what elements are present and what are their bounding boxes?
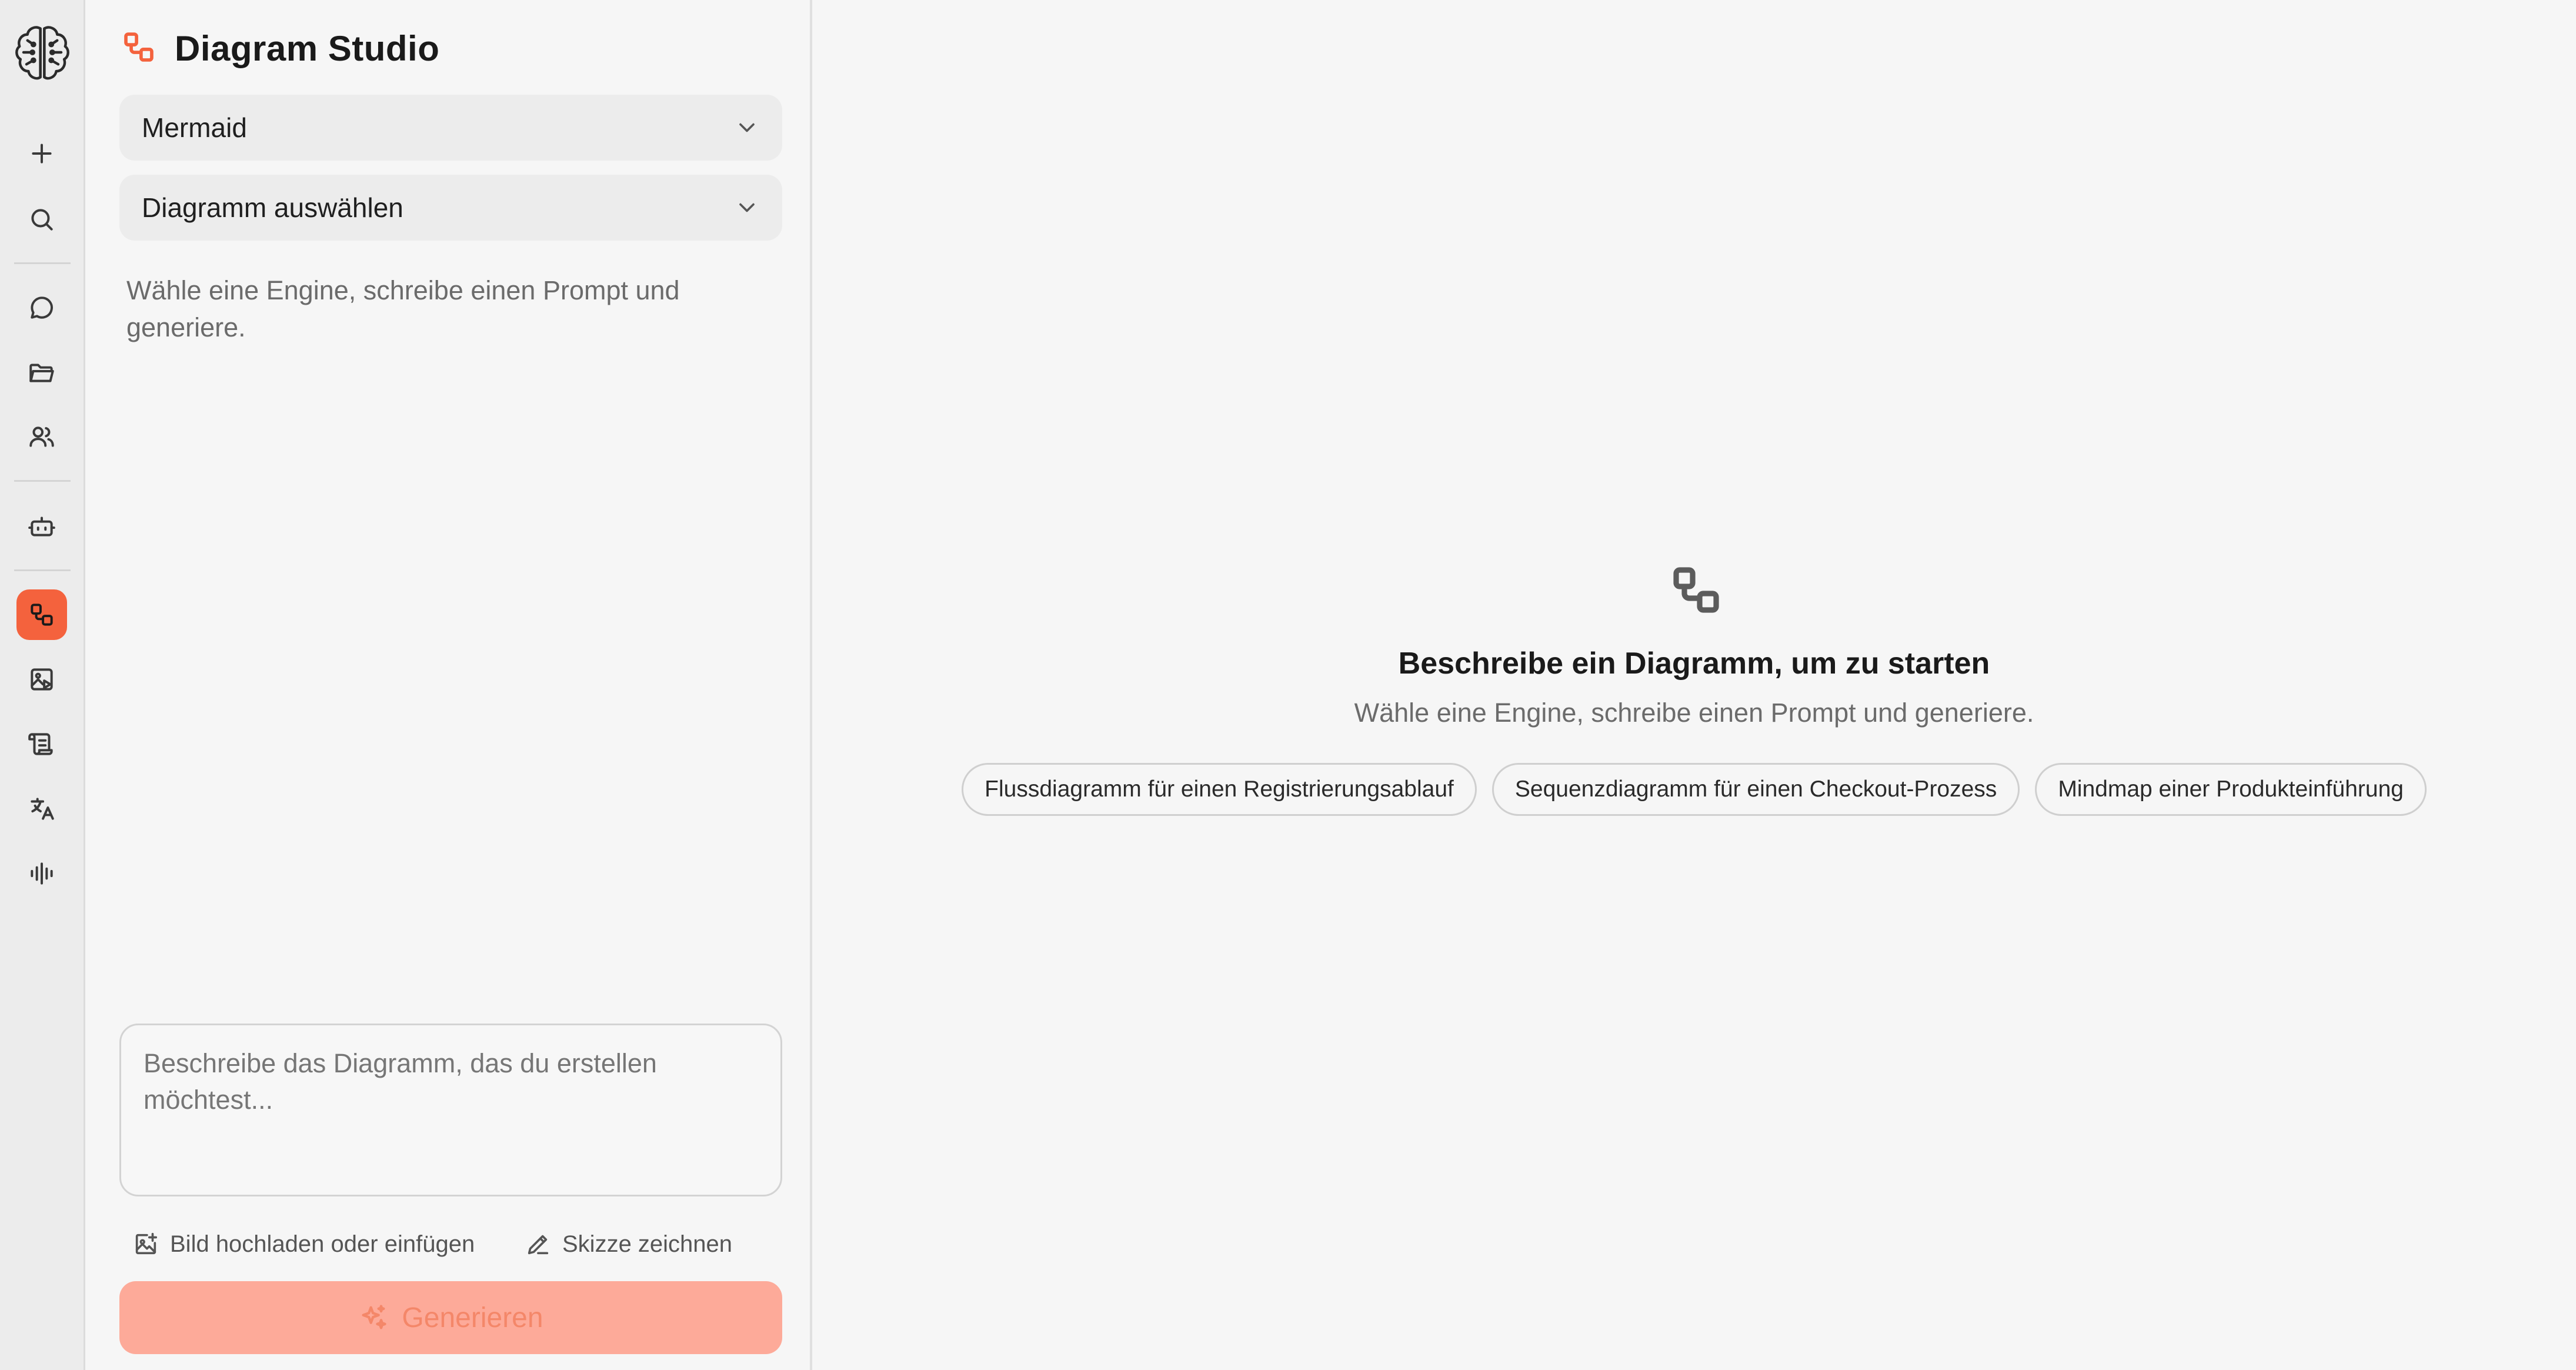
- folders-button[interactable]: [16, 347, 67, 398]
- page-title: Diagram Studio: [175, 28, 440, 68]
- upload-image-button[interactable]: Bild hochladen oder einfügen: [132, 1226, 475, 1262]
- upload-image-label: Bild hochladen oder einfügen: [170, 1231, 475, 1257]
- navigation-rail: [0, 0, 85, 1370]
- diagram-studio-button[interactable]: [16, 589, 67, 640]
- audio-button[interactable]: [16, 848, 67, 899]
- diagram-type-select-value: Diagramm auswählen: [142, 192, 403, 223]
- engine-select[interactable]: Mermaid: [119, 95, 782, 161]
- prompt-input[interactable]: [121, 1025, 780, 1195]
- folder-icon: [29, 364, 54, 382]
- sparkles-icon: [362, 1305, 387, 1329]
- search-icon: [31, 209, 53, 231]
- rail-divider: [14, 262, 71, 264]
- diagram-type-select[interactable]: Diagramm auswählen: [119, 175, 782, 241]
- chat-icon: [31, 296, 53, 319]
- new-item-button[interactable]: [16, 128, 67, 179]
- panel-header: Diagram Studio: [121, 25, 439, 72]
- plus-icon: [32, 144, 52, 164]
- translate-button[interactable]: [16, 784, 67, 834]
- users-icon: [29, 426, 54, 447]
- diagram-settings-panel: Diagram Studio Mermaid Diagramm auswähle…: [85, 0, 812, 1370]
- diagram-icon: [1668, 562, 1724, 618]
- suggestion-list: Flussdiagramm für einen Registrierungsab…: [812, 763, 2576, 816]
- rail-divider: [14, 480, 71, 482]
- audio-wave-icon: [31, 862, 53, 885]
- users-button[interactable]: [16, 412, 67, 462]
- diagram-icon: [121, 29, 157, 68]
- engine-select-value: Mermaid: [142, 112, 247, 143]
- generate-button[interactable]: Generieren: [119, 1281, 782, 1354]
- suggestion-chip[interactable]: Sequenzdiagramm für einen Checkout-Proze…: [1491, 763, 2020, 816]
- sketch-button[interactable]: Skizze zeichnen: [525, 1226, 732, 1262]
- prompt-field[interactable]: [119, 1024, 782, 1196]
- empty-state-title: Beschreibe ein Diagramm, um zu starten: [1398, 646, 1990, 681]
- image-plus-icon: [135, 1232, 158, 1255]
- suggestion-chip[interactable]: Flussdiagramm für einen Registrierungsab…: [962, 763, 1477, 816]
- chevron-down-icon: [739, 203, 755, 212]
- generate-label: Generieren: [402, 1302, 543, 1334]
- chat-button[interactable]: [16, 282, 67, 333]
- brain-logo-icon[interactable]: [11, 21, 74, 84]
- app-window: Diagram Studio Mermaid Diagramm auswähle…: [0, 0, 2576, 1370]
- diagram-canvas: Beschreibe ein Diagramm, um zu starten W…: [812, 0, 2576, 1370]
- media-button[interactable]: [16, 654, 67, 705]
- documents-button[interactable]: [16, 719, 67, 769]
- translate-icon: [31, 798, 54, 820]
- assistants-button[interactable]: [16, 501, 67, 552]
- pencil-icon: [528, 1235, 549, 1255]
- rail-divider: [14, 569, 71, 571]
- sketch-label: Skizze zeichnen: [562, 1231, 733, 1257]
- search-button[interactable]: [16, 194, 67, 245]
- empty-state-subtitle: Wähle eine Engine, schreibe einen Prompt…: [1354, 698, 2034, 728]
- bot-icon: [28, 516, 55, 536]
- chevron-down-icon: [739, 123, 755, 132]
- panel-hint-text: Wähle eine Engine, schreibe einen Prompt…: [126, 275, 680, 342]
- image-play-icon: [31, 668, 53, 691]
- diagram-icon: [31, 604, 53, 626]
- suggestion-chip[interactable]: Mindmap einer Produkteinführung: [2035, 763, 2427, 816]
- scroll-icon: [28, 733, 53, 755]
